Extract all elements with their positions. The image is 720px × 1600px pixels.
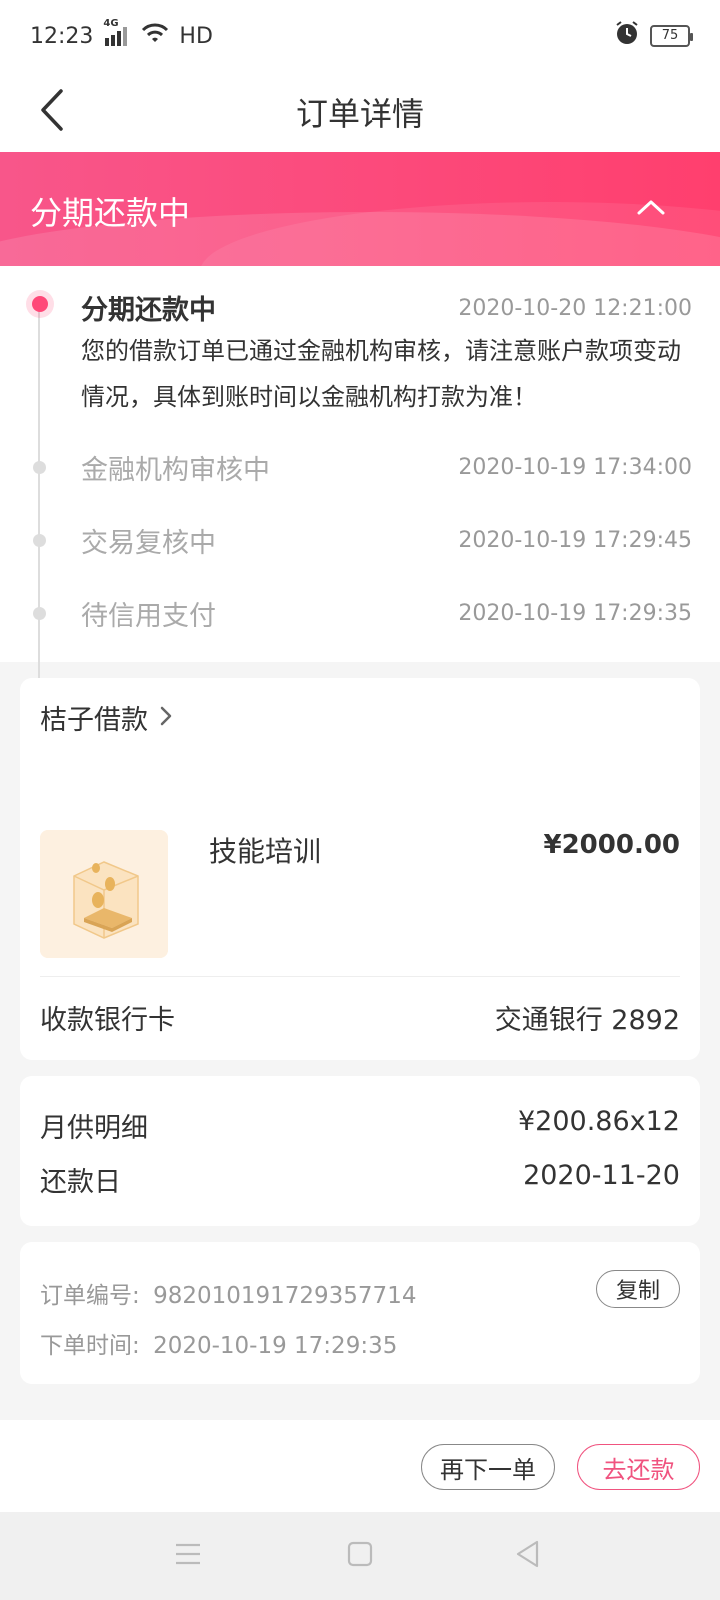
chevron-up-icon xyxy=(637,199,665,219)
coin-box-icon xyxy=(40,830,168,958)
status-time: 12:23 xyxy=(30,23,94,49)
divider xyxy=(40,976,680,977)
page-title: 订单详情 xyxy=(295,95,424,133)
order-number-label: 订单编号: xyxy=(40,1283,140,1309)
product-price: ¥2000.00 xyxy=(543,830,680,860)
reorder-button[interactable]: 再下一单 xyxy=(421,1444,555,1490)
product-card: 桔子借款 技能培训 ¥2000.00 收款银行卡 交通银行 2892 xyxy=(20,678,700,1060)
timeline-item-title: 分期还款中 xyxy=(81,295,216,326)
order-number-value: 982010191729357714 xyxy=(153,1283,417,1309)
product-name: 技能培训 xyxy=(209,835,322,868)
timeline-dot-active xyxy=(26,290,54,318)
system-back-button[interactable] xyxy=(508,1536,548,1576)
status-banner: 分期还款中 xyxy=(0,152,720,266)
home-button[interactable] xyxy=(340,1536,380,1576)
battery-indicator: 75 xyxy=(650,25,693,47)
status-left: 12:23 4G HD xyxy=(30,18,213,50)
network-type-label: 4G xyxy=(103,18,119,29)
timeline-item-time: 2020-10-20 12:21:00 xyxy=(458,296,692,321)
back-button[interactable] xyxy=(22,82,82,142)
timeline-item-title: 待信用支付 xyxy=(81,601,216,632)
order-time: 下单时间: 2020-10-19 17:29:35 xyxy=(40,1326,397,1360)
timeline-dot xyxy=(33,607,46,620)
repayment-date-label: 还款日 xyxy=(40,1167,121,1198)
bank-card-label: 收款银行卡 xyxy=(40,1005,175,1036)
wifi-icon xyxy=(141,22,169,50)
timeline-dot xyxy=(33,534,46,547)
status-bar: 12:23 4G HD 75 xyxy=(0,0,720,72)
nav-bar: 订单详情 xyxy=(0,72,720,152)
order-time-value: 2020-10-19 17:29:35 xyxy=(153,1333,398,1359)
menu-button[interactable] xyxy=(168,1536,208,1576)
timeline-item-time: 2020-10-19 17:34:00 xyxy=(458,455,692,480)
product-thumbnail xyxy=(40,830,168,958)
timeline-item-title: 金融机构审核中 xyxy=(81,455,270,486)
status-right: 75 xyxy=(614,20,693,52)
alarm-icon xyxy=(614,20,640,52)
collapse-button[interactable] xyxy=(626,184,676,234)
system-nav-bar xyxy=(0,1512,720,1600)
order-number: 订单编号: 982010191729357714 xyxy=(40,1276,416,1310)
order-timeline: 分期还款中 2020-10-20 12:21:00 您的借款订单已通过金融机构审… xyxy=(0,266,720,892)
repay-button[interactable]: 去还款 xyxy=(577,1444,700,1490)
action-bar: 再下一单 去还款 xyxy=(0,1420,720,1512)
merchant-name: 桔子借款 xyxy=(40,705,148,736)
banner-title: 分期还款中 xyxy=(30,194,191,232)
order-time-label: 下单时间: xyxy=(40,1333,140,1359)
timeline-item-time: 2020-10-19 17:29:35 xyxy=(458,601,692,626)
timeline-item-title: 交易复核中 xyxy=(81,528,216,559)
repayment-date-value: 2020-11-20 xyxy=(523,1160,680,1191)
repayment-card: 月供明细 ¥200.86x12 还款日 2020-11-20 xyxy=(20,1076,700,1226)
triangle-back-icon xyxy=(515,1540,541,1572)
timeline-dot xyxy=(33,461,46,474)
timeline-item-time: 2020-10-19 17:29:45 xyxy=(458,528,692,553)
cellular-signal-icon: 4G xyxy=(103,18,131,46)
back-arrow-icon xyxy=(39,89,65,135)
merchant-link[interactable]: 桔子借款 xyxy=(40,698,172,737)
copy-button[interactable]: 复制 xyxy=(596,1270,680,1308)
monthly-payment-label: 月供明细 xyxy=(40,1113,148,1144)
timeline-item-desc: 您的借款订单已通过金融机构审核，请注意账户款项变动情况，具体到账时间以金融机构打… xyxy=(81,337,681,411)
bank-card-value: 交通银行 2892 xyxy=(494,1005,680,1036)
monthly-payment-value: ¥200.86x12 xyxy=(518,1106,680,1137)
order-info-card: 订单编号: 982010191729357714 复制 下单时间: 2020-1… xyxy=(20,1242,700,1384)
chevron-right-icon xyxy=(160,702,172,733)
home-square-icon xyxy=(347,1541,373,1571)
menu-icon xyxy=(174,1542,202,1570)
wifi-hd-label: HD xyxy=(179,23,213,49)
